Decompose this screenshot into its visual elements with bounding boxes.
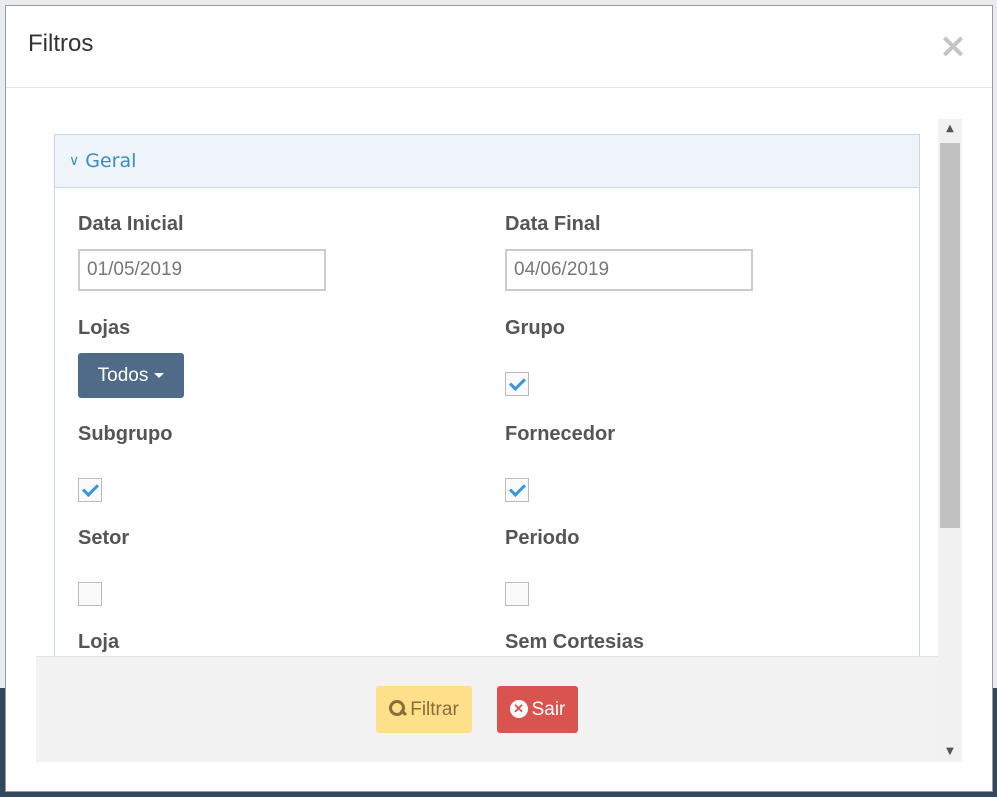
- periodo-checkbox[interactable]: [505, 582, 529, 606]
- scrollbar-thumb[interactable]: [940, 143, 960, 528]
- modal-scrollbar[interactable]: ▲ ▼: [938, 119, 962, 762]
- fornecedor-checkbox[interactable]: [505, 478, 529, 502]
- panel-geral: ∨ Geral Data Inicial Data Final Lojas Tod…: [54, 134, 920, 734]
- label-setor: Setor: [78, 527, 130, 549]
- close-icon[interactable]: ×: [938, 29, 968, 63]
- grupo-checkbox[interactable]: [505, 372, 529, 396]
- caret-down-icon: [154, 373, 165, 378]
- exit-button[interactable]: ✕ Sair: [497, 686, 578, 733]
- scroll-down-icon[interactable]: ▼: [938, 742, 962, 762]
- label-subgrupo: Subgrupo: [78, 423, 173, 445]
- modal-title: Filtros: [28, 30, 94, 57]
- exit-button-label: Sair: [531, 699, 566, 720]
- label-data-final: Data Final: [505, 213, 601, 235]
- label-fornecedor: Fornecedor: [505, 423, 616, 445]
- filters-modal: Filtros × ∨ Geral Data Inicial Data Final…: [5, 5, 993, 792]
- modal-header: Filtros ×: [6, 6, 992, 88]
- panel-heading-geral[interactable]: ∨ Geral: [55, 135, 919, 188]
- lojas-dropdown-button[interactable]: Todos: [78, 353, 184, 398]
- filter-button[interactable]: Filtrar: [376, 686, 472, 733]
- label-lojas: Lojas: [78, 317, 131, 339]
- search-icon: [389, 700, 408, 717]
- setor-checkbox[interactable]: [78, 582, 102, 606]
- subgrupo-checkbox[interactable]: [78, 478, 102, 502]
- label-sem-cortesias: Sem Cortesias: [505, 631, 644, 653]
- label-periodo: Periodo: [505, 527, 580, 549]
- modal-footer: Filtrar ✕ Sair: [36, 656, 938, 762]
- data-inicial-input[interactable]: [78, 249, 326, 291]
- lojas-dropdown-label: Todos: [97, 365, 149, 386]
- filter-button-label: Filtrar: [410, 699, 459, 720]
- data-final-input[interactable]: [505, 249, 753, 291]
- chevron-down-icon: ∨: [69, 153, 80, 169]
- panel-heading-label: Geral: [85, 150, 137, 172]
- label-loja: Loja: [78, 631, 120, 653]
- x-circle-icon: ✕: [509, 700, 528, 718]
- scroll-up-icon[interactable]: ▲: [938, 119, 962, 139]
- label-grupo: Grupo: [505, 317, 565, 339]
- label-data-inicial: Data Inicial: [78, 213, 184, 235]
